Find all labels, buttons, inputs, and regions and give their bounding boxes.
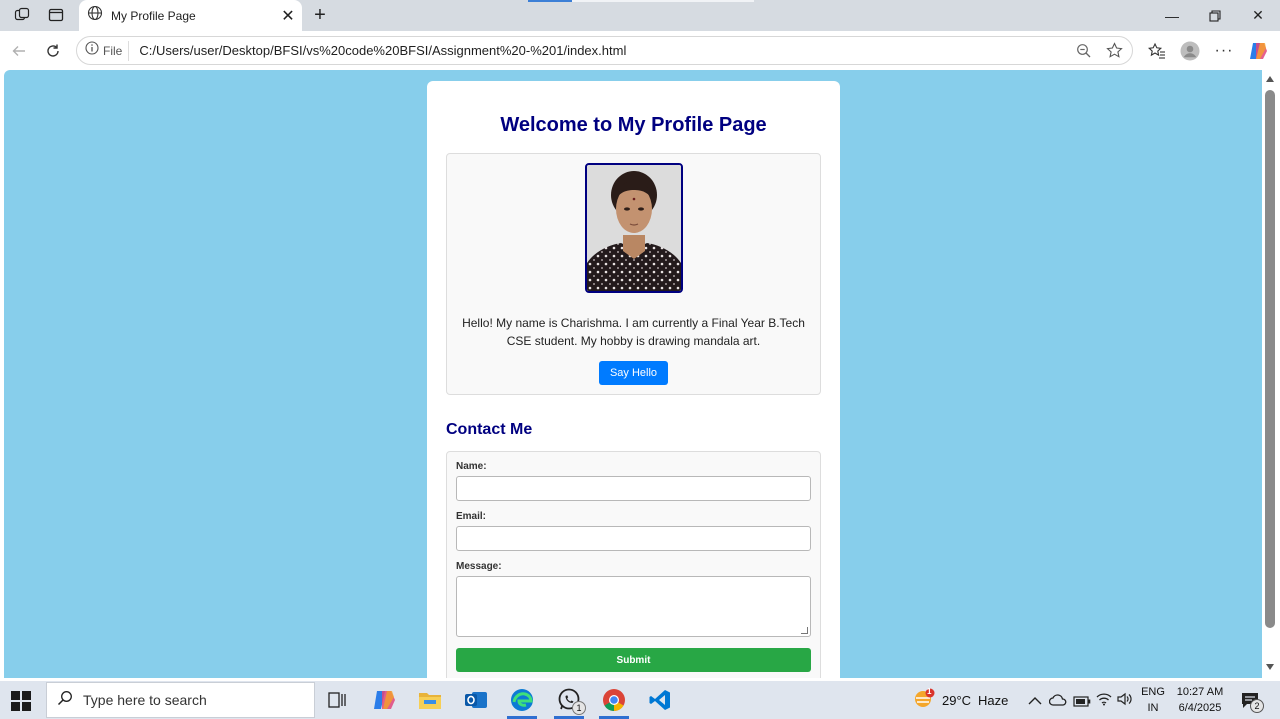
taskbar-search-box[interactable]: Type here to search [46,682,315,718]
weather-description: Haze [978,693,1009,708]
email-field[interactable] [456,526,811,551]
weather-temperature: 29°C [942,693,972,708]
favorites-icon[interactable] [1145,39,1169,63]
message-label: Message: [456,561,502,572]
wifi-icon[interactable] [1096,692,1112,711]
profile-card: Welcome to My Profile Page Hello! My nam… [427,81,840,678]
page-scrollbar[interactable] [1262,70,1280,678]
outlook-icon[interactable] [459,685,493,715]
resize-grip-icon[interactable] [801,627,808,634]
restore-icon[interactable] [1193,0,1237,31]
battery-icon[interactable] [1073,694,1091,712]
close-window-icon[interactable]: ✕ [1236,0,1280,31]
language-indicator[interactable]: ENG [1140,686,1166,698]
edge-browser-icon[interactable] [505,685,539,719]
whatsapp-icon[interactable]: 1 [552,685,586,719]
new-tab-button[interactable]: + [309,4,331,26]
email-label: Email: [456,511,487,522]
scroll-up-arrow-icon[interactable] [1266,76,1274,82]
back-arrow-icon[interactable] [7,39,31,63]
address-bar[interactable]: File C:/Users/user/Desktop/BFSI/vs%20cod… [76,36,1133,65]
windows-taskbar: Type here to search 1 1 29°C Haze ENG IN… [0,681,1280,719]
scroll-thumb[interactable] [1265,90,1275,628]
url-text[interactable]: C:/Users/user/Desktop/BFSI/vs%20code%20B… [139,43,1072,58]
profile-avatar-icon[interactable] [1178,39,1202,63]
notifications-icon[interactable]: 2 [1240,690,1264,715]
refresh-icon[interactable] [41,39,65,63]
zoom-out-icon[interactable] [1072,39,1096,63]
profile-section: Hello! My name is Charishma. I am curren… [446,153,821,395]
contact-form: Name: Email: Message: Submit [446,451,821,678]
copilot-app-icon[interactable] [368,685,402,715]
search-placeholder: Type here to search [83,692,207,708]
speaker-volume-icon[interactable] [1117,692,1133,711]
globe-icon [87,5,103,26]
submit-button[interactable]: Submit [456,648,811,672]
page-viewport: Welcome to My Profile Page Hello! My nam… [4,70,1262,678]
workspaces-icon[interactable] [10,4,34,26]
tab-strip-highlight [528,0,572,2]
search-icon [57,690,73,711]
say-hello-button[interactable]: Say Hello [599,361,668,385]
notification-count-badge: 2 [1250,699,1264,713]
weather-icon[interactable]: 1 [912,687,936,715]
browser-tab-bar: My Profile Page ✕ + — ✕ [0,0,1280,31]
contact-heading: Contact Me [446,421,533,438]
tab-strip-highlight-light [572,0,754,2]
clock-time[interactable]: 10:27 AM [1172,686,1228,698]
chrome-icon[interactable] [597,685,631,719]
tab-title: My Profile Page [111,8,196,23]
browser-nav-bar: File C:/Users/user/Desktop/BFSI/vs%20cod… [0,31,1280,70]
message-field[interactable] [456,576,811,637]
site-info-button[interactable]: File [83,40,130,61]
whatsapp-badge: 1 [572,701,586,715]
file-explorer-icon[interactable] [413,685,447,715]
windows-start-icon[interactable] [10,690,32,712]
close-tab-icon[interactable]: ✕ [278,6,298,26]
onedrive-cloud-icon[interactable] [1048,693,1067,711]
favorite-star-icon[interactable] [1102,39,1126,63]
region-indicator: IN [1147,702,1159,714]
tab-my-profile-page[interactable]: My Profile Page ✕ [79,0,302,31]
copilot-icon[interactable] [1246,39,1270,63]
more-options-icon[interactable]: ··· [1212,39,1236,63]
show-hidden-icons-chevron-icon[interactable] [1028,693,1042,711]
profile-photo [585,163,683,293]
tab-actions-icon[interactable] [44,4,68,26]
minimize-icon[interactable]: — [1150,0,1194,31]
name-label: Name: [456,461,487,472]
task-view-icon[interactable] [320,685,354,715]
scroll-down-arrow-icon[interactable] [1266,664,1274,670]
clock-date: 6/4/2025 [1178,702,1222,714]
file-label: File [103,43,123,58]
vscode-icon[interactable] [643,685,677,715]
weather-badge: 1 [927,687,932,696]
page-title: Welcome to My Profile Page [500,114,767,136]
name-field[interactable] [456,476,811,501]
info-icon [85,41,99,60]
bio-text: Hello! My name is Charishma. I am curren… [462,316,805,348]
